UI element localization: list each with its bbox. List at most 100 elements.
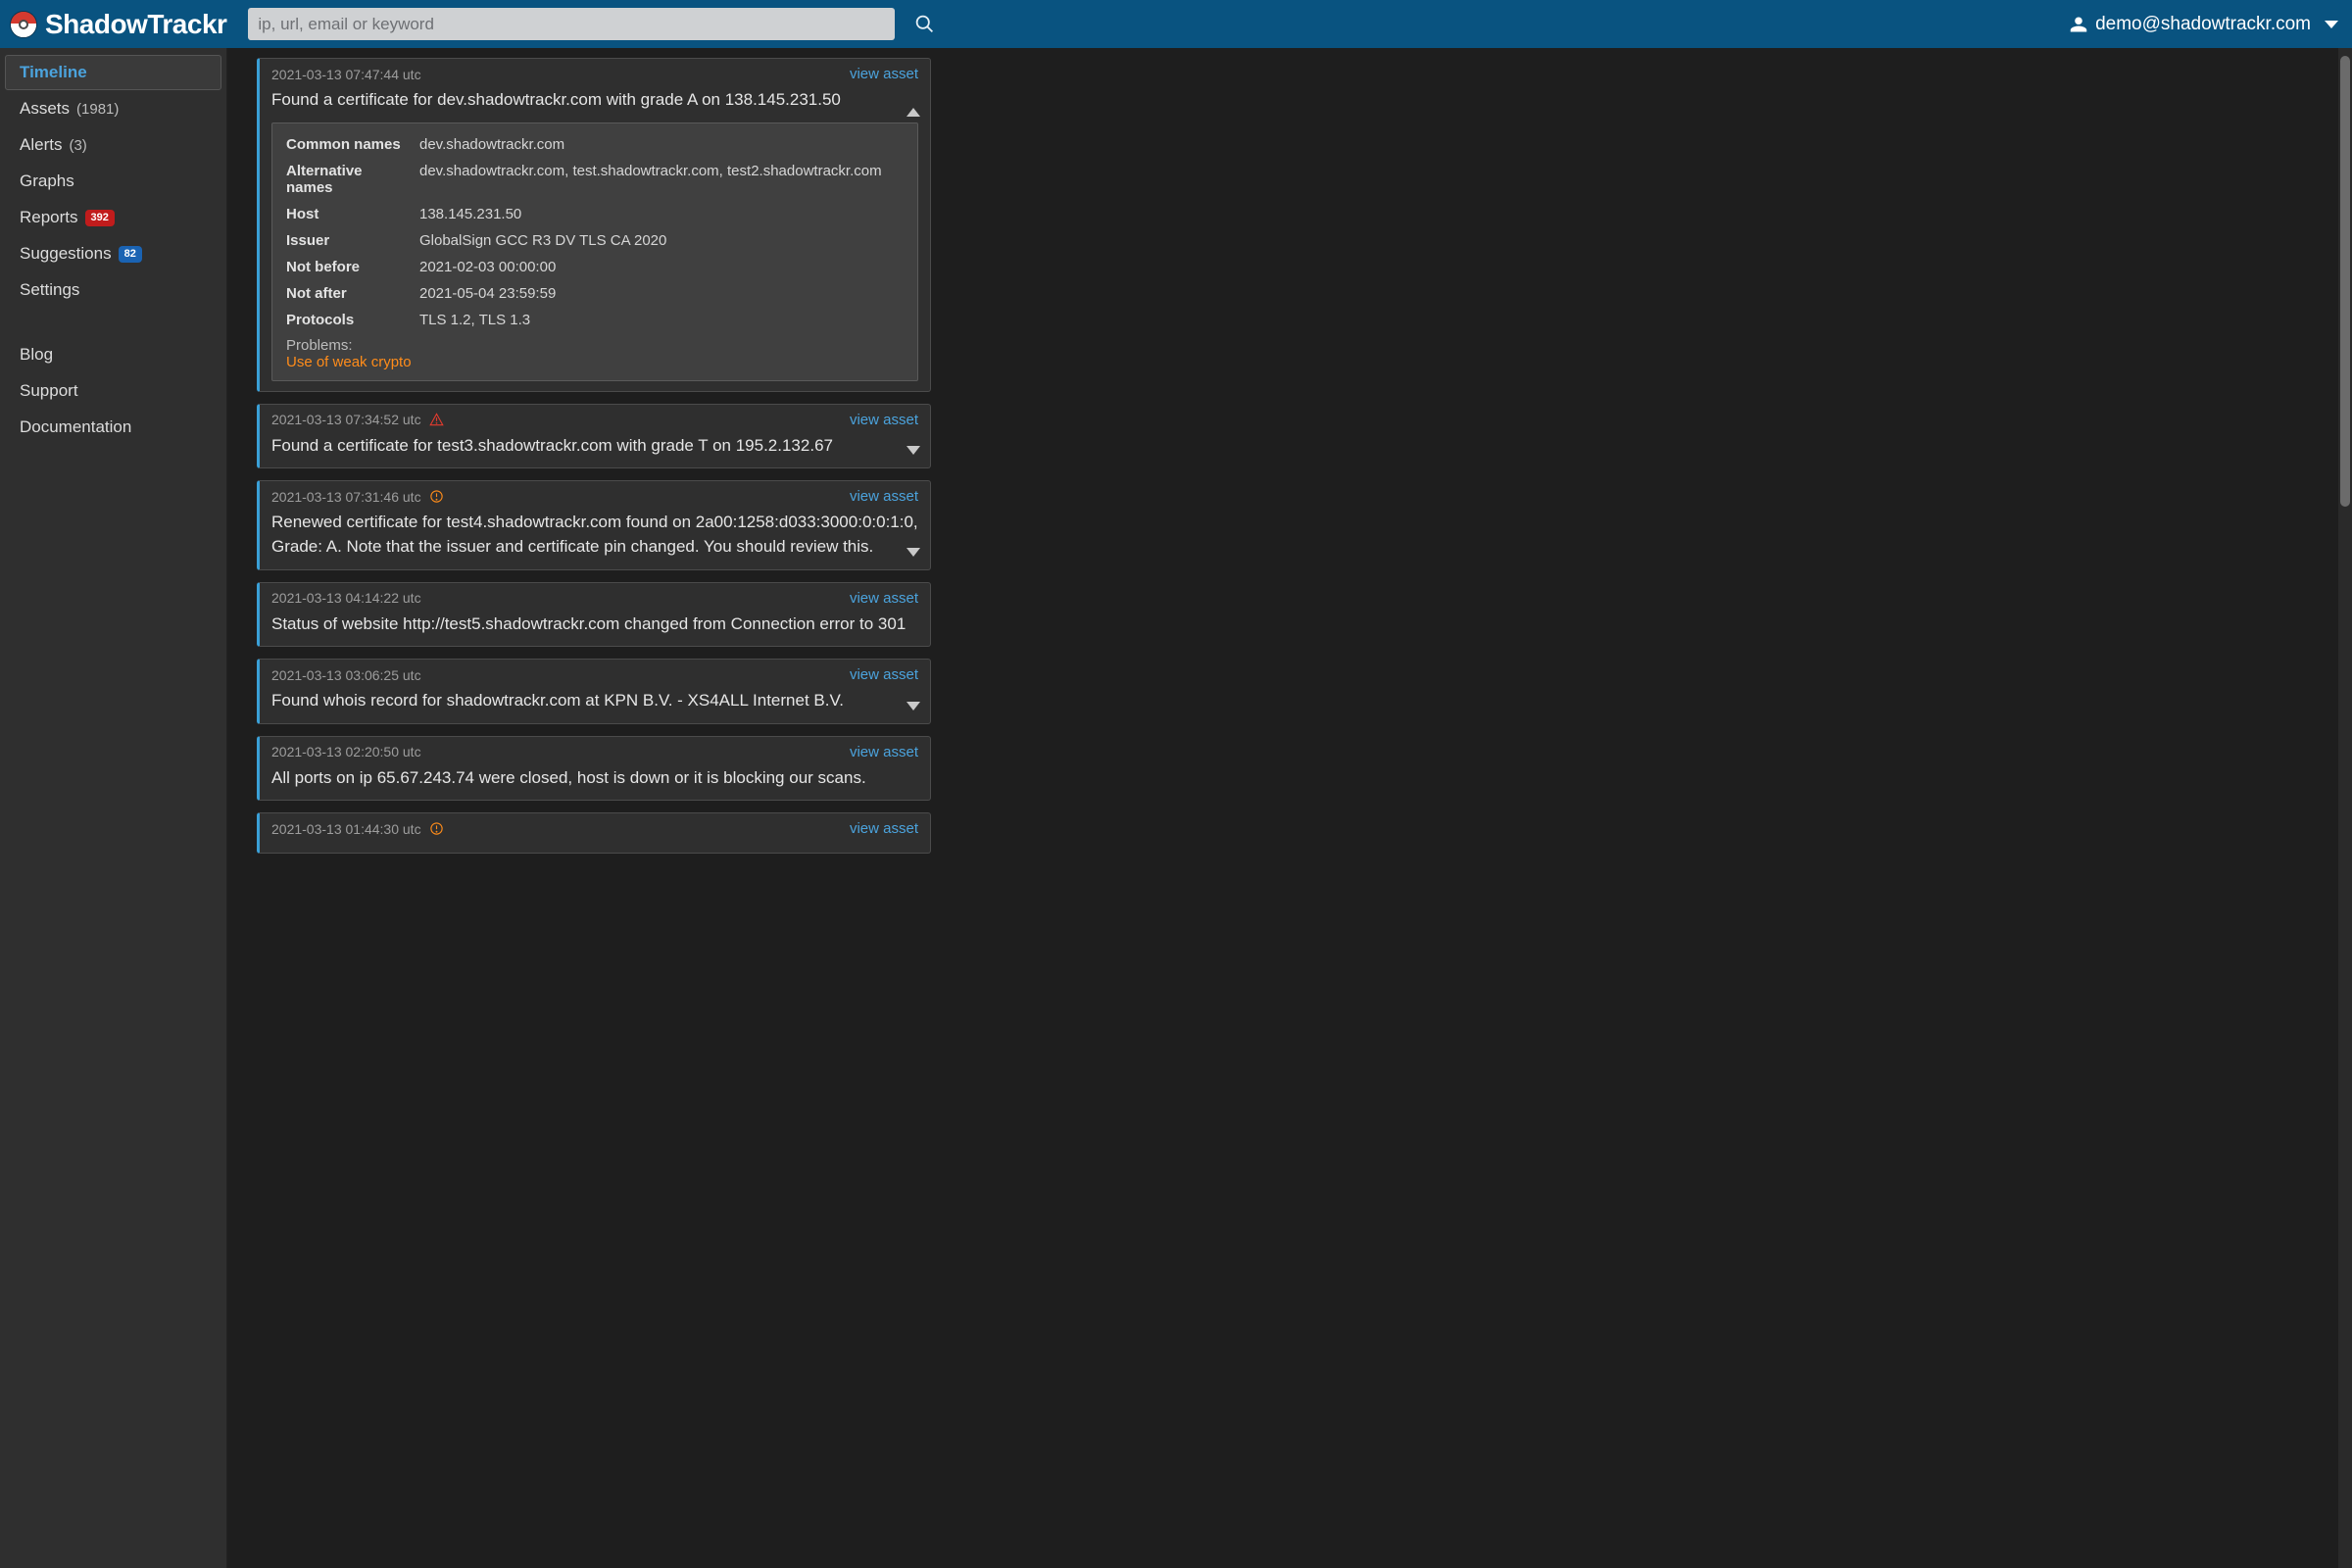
search-input[interactable] bbox=[248, 8, 895, 40]
sidebar-item-suggestions[interactable]: Suggestions 82 bbox=[5, 236, 221, 271]
event-timestamp: 2021-03-13 02:20:50 utc bbox=[271, 744, 421, 760]
sidebar-item-blog[interactable]: Blog bbox=[5, 337, 221, 372]
timeline-event: 2021-03-13 07:47:44 utc view asset Found… bbox=[257, 58, 931, 392]
expand-toggle[interactable] bbox=[906, 698, 920, 715]
problem-item[interactable]: Use of weak crypto bbox=[286, 354, 904, 370]
detail-value: GlobalSign GCC R3 DV TLS CA 2020 bbox=[419, 232, 904, 249]
detail-value: 138.145.231.50 bbox=[419, 206, 904, 222]
sidebar: Timeline Assets (1981) Alerts (3) Graphs… bbox=[0, 48, 227, 1568]
chevron-down-icon bbox=[906, 446, 920, 455]
timeline-event: 2021-03-13 04:14:22 utc view asset Statu… bbox=[257, 582, 931, 648]
expand-toggle[interactable] bbox=[906, 544, 920, 562]
chevron-down-icon bbox=[906, 702, 920, 710]
sidebar-item-label: Settings bbox=[20, 280, 79, 300]
event-meta: 2021-03-13 07:47:44 utc view asset bbox=[271, 66, 918, 82]
detail-key: Not after bbox=[286, 285, 406, 302]
chevron-up-icon bbox=[906, 108, 920, 117]
view-asset-link[interactable]: view asset bbox=[850, 820, 918, 837]
view-asset-link[interactable]: view asset bbox=[850, 488, 918, 505]
event-meta: 2021-03-13 04:14:22 utc view asset bbox=[271, 590, 918, 607]
detail-key: Issuer bbox=[286, 232, 406, 249]
problems-label: Problems: bbox=[286, 337, 904, 354]
event-meta: 2021-03-13 07:34:52 utc view asset bbox=[271, 412, 918, 428]
expand-toggle[interactable] bbox=[906, 442, 920, 460]
view-asset-link[interactable]: view asset bbox=[850, 66, 918, 82]
view-asset-link[interactable]: view asset bbox=[850, 412, 918, 428]
sidebar-item-label: Support bbox=[20, 381, 78, 401]
view-asset-link[interactable]: view asset bbox=[850, 744, 918, 760]
sidebar-item-badge: 392 bbox=[85, 210, 115, 226]
timeline-event: 2021-03-13 01:44:30 utc view asset bbox=[257, 812, 931, 854]
event-title: Status of website http://test5.shadowtra… bbox=[271, 612, 918, 637]
sidebar-item-reports[interactable]: Reports 392 bbox=[5, 200, 221, 235]
sidebar-item-alerts[interactable]: Alerts (3) bbox=[5, 127, 221, 163]
user-email: demo@shadowtrackr.com bbox=[2095, 14, 2311, 35]
event-timestamp: 2021-03-13 03:06:25 utc bbox=[271, 667, 421, 683]
detail-value: 2021-05-04 23:59:59 bbox=[419, 285, 904, 302]
search-wrap bbox=[248, 8, 895, 40]
detail-row: Common names dev.shadowtrackr.com bbox=[286, 131, 904, 158]
user-icon bbox=[2070, 16, 2087, 33]
detail-value: TLS 1.2, TLS 1.3 bbox=[419, 312, 904, 328]
event-timestamp: 2021-03-13 01:44:30 utc bbox=[271, 821, 421, 837]
event-meta: 2021-03-13 01:44:30 utc view asset bbox=[271, 820, 918, 837]
search-button[interactable] bbox=[903, 14, 947, 34]
timeline-event: 2021-03-13 07:34:52 utc view asset Found… bbox=[257, 404, 931, 469]
detail-row: Host 138.145.231.50 bbox=[286, 201, 904, 227]
event-meta: 2021-03-13 03:06:25 utc view asset bbox=[271, 666, 918, 683]
brand[interactable]: ShadowTrackr bbox=[0, 9, 236, 40]
chevron-down-icon bbox=[906, 548, 920, 557]
detail-value: dev.shadowtrackr.com bbox=[419, 136, 904, 153]
detail-row: Alternative names dev.shadowtrackr.com, … bbox=[286, 158, 904, 201]
event-meta: 2021-03-13 07:31:46 utc view asset bbox=[271, 488, 918, 505]
sidebar-item-documentation[interactable]: Documentation bbox=[5, 410, 221, 445]
sidebar-item-label: Graphs bbox=[20, 172, 74, 191]
event-title: Renewed certificate for test4.shadowtrac… bbox=[271, 511, 918, 559]
detail-key: Common names bbox=[286, 136, 406, 153]
sidebar-item-label: Alerts bbox=[20, 135, 62, 155]
detail-row: Not after 2021-05-04 23:59:59 bbox=[286, 280, 904, 307]
sidebar-item-graphs[interactable]: Graphs bbox=[5, 164, 221, 199]
brand-logo-icon bbox=[10, 11, 37, 38]
detail-value: dev.shadowtrackr.com, test.shadowtrackr.… bbox=[419, 163, 904, 196]
search-icon bbox=[914, 14, 935, 34]
detail-value: 2021-02-03 00:00:00 bbox=[419, 259, 904, 275]
sidebar-item-label: Timeline bbox=[20, 63, 87, 82]
view-asset-link[interactable]: view asset bbox=[850, 666, 918, 683]
event-timestamp: 2021-03-13 07:47:44 utc bbox=[271, 67, 421, 82]
user-menu[interactable]: demo@shadowtrackr.com bbox=[2070, 14, 2344, 35]
view-asset-link[interactable]: view asset bbox=[850, 590, 918, 607]
detail-key: Protocols bbox=[286, 312, 406, 328]
event-title: Found whois record for shadowtrackr.com … bbox=[271, 689, 918, 713]
sidebar-item-badge: 82 bbox=[119, 246, 142, 263]
alert-triangle-icon bbox=[429, 413, 444, 426]
event-title: All ports on ip 65.67.243.74 were closed… bbox=[271, 766, 918, 791]
page-scrollbar[interactable] bbox=[2338, 48, 2352, 1568]
event-timestamp: 2021-03-13 04:14:22 utc bbox=[271, 590, 421, 606]
event-details: Common names dev.shadowtrackr.com Altern… bbox=[271, 122, 918, 381]
event-timestamp: 2021-03-13 07:34:52 utc bbox=[271, 412, 421, 427]
sidebar-item-count: (1981) bbox=[76, 101, 119, 118]
detail-key: Not before bbox=[286, 259, 406, 275]
scrollbar-thumb[interactable] bbox=[2340, 56, 2350, 507]
sidebar-item-label: Assets bbox=[20, 99, 70, 119]
warning-circle-icon bbox=[429, 821, 444, 836]
chevron-down-icon bbox=[2325, 21, 2338, 28]
event-timestamp: 2021-03-13 07:31:46 utc bbox=[271, 489, 421, 505]
sidebar-item-timeline[interactable]: Timeline bbox=[5, 55, 221, 90]
collapse-toggle[interactable] bbox=[906, 104, 920, 122]
timeline-event: 2021-03-13 02:20:50 utc view asset All p… bbox=[257, 736, 931, 802]
event-title: Found a certificate for test3.shadowtrac… bbox=[271, 434, 918, 459]
event-title: Found a certificate for dev.shadowtrackr… bbox=[271, 88, 918, 113]
detail-key: Alternative names bbox=[286, 163, 406, 196]
timeline-event: 2021-03-13 07:31:46 utc view asset Renew… bbox=[257, 480, 931, 569]
detail-key: Host bbox=[286, 206, 406, 222]
sidebar-item-count: (3) bbox=[69, 137, 86, 154]
sidebar-item-support[interactable]: Support bbox=[5, 373, 221, 409]
sidebar-item-label: Reports bbox=[20, 208, 78, 227]
sidebar-item-assets[interactable]: Assets (1981) bbox=[5, 91, 221, 126]
timeline-event: 2021-03-13 03:06:25 utc view asset Found… bbox=[257, 659, 931, 724]
sidebar-item-settings[interactable]: Settings bbox=[5, 272, 221, 308]
warning-circle-icon bbox=[429, 489, 444, 504]
detail-row: Issuer GlobalSign GCC R3 DV TLS CA 2020 bbox=[286, 227, 904, 254]
